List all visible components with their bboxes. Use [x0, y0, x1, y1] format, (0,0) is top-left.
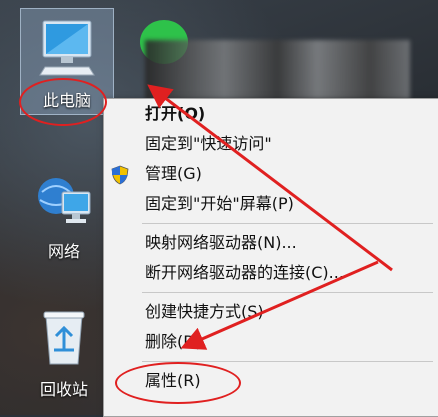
- menu-item-manage[interactable]: 管理(G): [104, 159, 438, 189]
- menu-item-label: 断开网络驱动器的连接(C)...: [145, 263, 344, 282]
- menu-item-properties[interactable]: 属性(R): [104, 366, 438, 396]
- desktop-icon-label: 网络: [47, 242, 80, 261]
- menu-item-pin-start[interactable]: 固定到"开始"屏幕(P): [104, 189, 438, 219]
- menu-item-label: 属性(R): [145, 371, 201, 390]
- desktop-icon-recycle-bin[interactable]: 回收站: [18, 300, 110, 400]
- menu-item-label: 管理(G): [145, 164, 202, 183]
- computer-icon: [39, 20, 95, 76]
- desktop-icon-this-pc[interactable]: 此电脑: [20, 8, 114, 115]
- desktop-icon-label: 此电脑: [42, 91, 91, 110]
- menu-item-delete[interactable]: 删除(D): [104, 327, 438, 357]
- menu-item-map-network-drive[interactable]: 映射网络驱动器(N)...: [104, 228, 438, 258]
- menu-item-label: 映射网络驱动器(N)...: [145, 233, 297, 252]
- menu-separator: [142, 361, 433, 362]
- menu-item-create-shortcut[interactable]: 创建快捷方式(S): [104, 297, 438, 327]
- menu-item-label: 创建快捷方式(S): [145, 302, 264, 321]
- menu-separator: [142, 292, 433, 293]
- menu-item-pin-quick-access[interactable]: 固定到"快速访问": [104, 129, 438, 159]
- menu-item-disconnect-network-drive[interactable]: 断开网络驱动器的连接(C)...: [104, 258, 438, 288]
- context-menu: 打开(O) 固定到"快速访问" 管理(G) 固定到"开始"屏幕(P) 映射网络驱…: [103, 98, 438, 417]
- shield-icon: [111, 165, 129, 185]
- menu-separator: [142, 223, 433, 224]
- desktop-icon-label: 回收站: [39, 380, 88, 399]
- menu-item-label: 打开(O): [145, 104, 206, 123]
- redacted-area: [145, 40, 410, 100]
- network-icon: [38, 178, 91, 223]
- menu-item-open[interactable]: 打开(O): [104, 99, 438, 129]
- menu-item-label: 删除(D): [145, 332, 202, 351]
- menu-item-label: 固定到"快速访问": [145, 134, 272, 153]
- desktop-icon-network[interactable]: 网络: [18, 160, 110, 261]
- recycle-bin-icon: [43, 311, 85, 365]
- menu-item-label: 固定到"开始"屏幕(P): [145, 194, 294, 213]
